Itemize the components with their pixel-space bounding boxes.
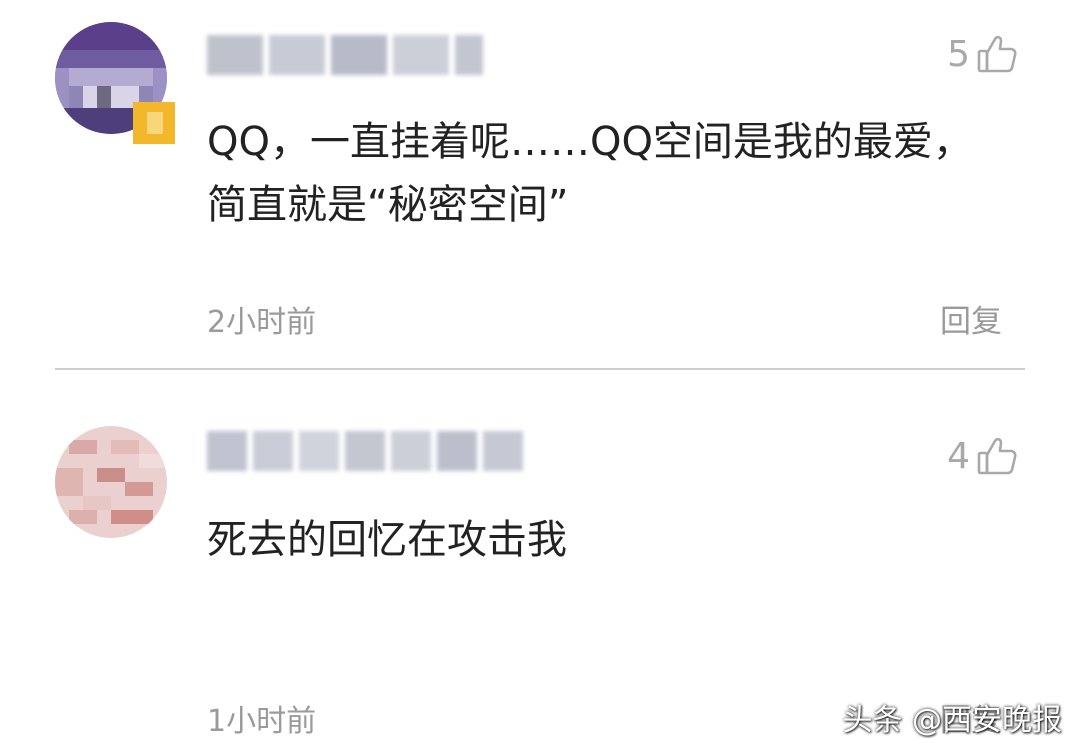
avatar[interactable] [55, 426, 167, 538]
like-count: 4 [947, 435, 970, 477]
vip-badge-icon [133, 102, 175, 144]
comment-time: 2小时前 [207, 305, 317, 340]
thumbs-up-icon [976, 33, 1018, 75]
comment-item: 4 死去的回忆在攻击我 1小时前 回复 [0, 370, 1080, 751]
reply-button[interactable]: 回复 [940, 296, 1002, 341]
comment-text: QQ，一直挂着呢……QQ空间是我的最爱，简直就是“秘密空间” [207, 119, 973, 228]
watermark: 头条 @西安晚报 [842, 703, 1062, 738]
username[interactable] [207, 33, 483, 77]
comment-item: 5 QQ，一直挂着呢……QQ空间是我的最爱，简直就是“秘密空间” 2小时前 回复 [0, 0, 1080, 368]
like-button[interactable]: 5 [947, 30, 1018, 78]
comment-time: 1小时前 [207, 704, 317, 739]
username[interactable] [207, 429, 523, 473]
like-button[interactable]: 4 [947, 432, 1018, 480]
like-count: 5 [947, 33, 970, 75]
thumbs-up-icon [976, 435, 1018, 477]
comment-text: 死去的回忆在攻击我 [207, 517, 567, 563]
